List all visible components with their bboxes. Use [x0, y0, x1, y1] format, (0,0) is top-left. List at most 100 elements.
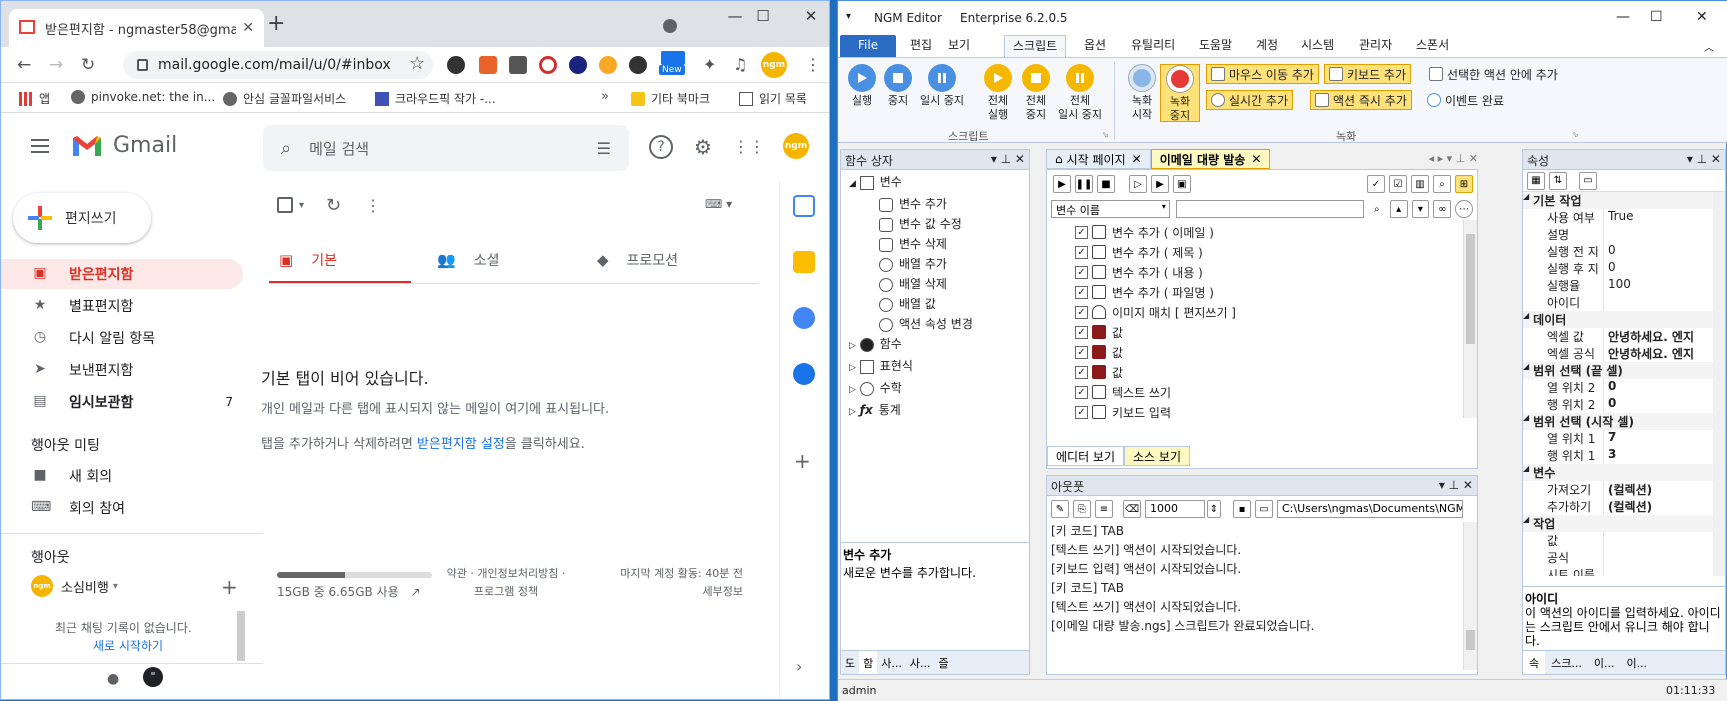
output-limit-input[interactable]: 1000 [1145, 500, 1205, 518]
property-value[interactable] [1603, 532, 1725, 549]
support-icon[interactable]: ? [649, 135, 673, 159]
property-row[interactable]: 공식 [1523, 549, 1725, 566]
bookmark-apps[interactable]: 앱 [19, 90, 50, 107]
script-row[interactable]: ✓ 이미지 매치 [ 편지쓰기 ] [1047, 302, 1477, 322]
property-category[interactable]: ◢ 범위 선택 (끝 셀) [1523, 362, 1725, 379]
add-action-now-button[interactable]: 액션 즉시 추가 [1310, 90, 1412, 110]
search-icon[interactable]: ⌕ [281, 138, 291, 159]
check-icon[interactable]: ☑ [1389, 175, 1407, 193]
back-icon[interactable]: ← [17, 55, 31, 75]
property-row[interactable]: 실행율 100 [1523, 277, 1725, 294]
row-checkbox[interactable]: ✓ [1075, 365, 1088, 379]
bookmark-pinvoke[interactable]: pinvoke.net: the in... [71, 90, 215, 104]
bottom-tab-sa2[interactable]: 사... [906, 651, 935, 674]
check-all-icon[interactable]: ✓ [1367, 175, 1385, 193]
calendar-icon[interactable] [793, 195, 815, 217]
row-checkbox[interactable]: ✓ [1075, 345, 1088, 359]
gmail-logo[interactable]: Gmail [71, 133, 177, 158]
more-bookmarks-icon[interactable]: » [601, 89, 609, 104]
stop-icon[interactable]: ■ [1097, 175, 1115, 193]
tree-item-delete-variable[interactable]: 변수 삭제 [849, 234, 1029, 254]
script-row[interactable]: ✓ 값 [1047, 362, 1477, 382]
property-row[interactable]: 행 위치 2 0 [1523, 396, 1725, 413]
ribbon-collapse-icon[interactable]: ︿ [1704, 39, 1714, 54]
chat-start-link[interactable]: 새로 시작하기 [93, 637, 163, 654]
list-icon[interactable]: ≡ [1095, 500, 1113, 518]
bookmark-reading-list[interactable]: 읽기 목록 [739, 90, 807, 107]
expand-panel-icon[interactable]: › [796, 657, 802, 676]
property-row[interactable]: 아이디 [1523, 294, 1725, 311]
bookmark-star-icon[interactable]: ☆ [409, 53, 425, 74]
tab-social[interactable]: 👥 소셜 [437, 237, 499, 283]
title-menu-icon[interactable]: ▾ [846, 11, 851, 22]
tree-item-change-action-property[interactable]: 액션 속성 변경 [849, 314, 1029, 334]
script-row[interactable]: ✓ 값 [1047, 322, 1477, 342]
more-actions-icon[interactable]: ⋮ [365, 196, 381, 215]
tree-node-stats[interactable]: ▷ ƒx 통계 [849, 400, 1029, 422]
extension-3-icon[interactable] [509, 56, 527, 74]
bottom-tab-func[interactable]: 함 [859, 651, 878, 674]
keep-icon[interactable] [793, 251, 815, 273]
sidebar-scrollbar[interactable] [237, 611, 245, 661]
script-row[interactable]: ✓ 변수 추가 ( 내용 ) [1047, 262, 1477, 282]
property-row[interactable]: 추가하기 (컬렉션) [1523, 498, 1725, 515]
clear-brush-icon[interactable]: ✎ [1051, 500, 1069, 518]
mail-search-box[interactable]: ⌕ 메일 검색 ☰ [263, 125, 629, 171]
close-window-icon[interactable]: ✕ [791, 7, 829, 25]
spinner-icon[interactable]: ⇕ [1207, 500, 1221, 518]
find-icon[interactable]: ⌕ [1433, 175, 1451, 193]
up-icon[interactable]: ▴ [1389, 200, 1408, 218]
property-value[interactable] [1603, 566, 1725, 576]
property-value[interactable]: 안녕하세요. 엔지 [1603, 345, 1725, 362]
row-checkbox[interactable]: ✓ [1075, 265, 1088, 279]
tab-bulk-email[interactable]: 이메일 대량 발송 ✕ [1150, 149, 1271, 169]
log-scrollbar[interactable] [1463, 522, 1477, 670]
property-value[interactable] [1603, 226, 1725, 243]
property-row[interactable]: 실행 후 지 0 [1523, 260, 1725, 277]
tree-item-add-variable[interactable]: 변수 추가 [849, 194, 1029, 214]
panel-controls-icon[interactable]: ▾ ⊥ ✕ [1687, 152, 1721, 166]
row-checkbox[interactable]: ✓ [1075, 305, 1088, 319]
property-value[interactable] [1603, 549, 1725, 566]
script-row[interactable]: ✓ 변수 추가 ( 제목 ) [1047, 242, 1477, 262]
save-icon[interactable]: ▪ [1233, 500, 1251, 518]
close-tab-icon[interactable]: ✕ [1251, 152, 1261, 166]
property-category[interactable]: ◢ 데이터 [1523, 311, 1725, 328]
property-row[interactable]: 엑셀 값 안녕하세요. 엔지 [1523, 328, 1725, 345]
bottom-tab-do[interactable]: 도 [841, 651, 859, 674]
search-options-icon[interactable]: ☰ [597, 139, 611, 158]
tab-search-icon[interactable] [663, 19, 677, 33]
add-keyboard-button[interactable]: 키보드 추가 [1324, 64, 1412, 84]
google-apps-icon[interactable]: ⋮⋮ [733, 135, 765, 159]
extension-5-icon[interactable] [569, 56, 587, 74]
property-value[interactable]: 3 [1603, 447, 1725, 464]
record-stop-button[interactable]: 녹화 중지 [1160, 64, 1200, 122]
bottom-tab-api[interactable]: 이... [1620, 651, 1653, 674]
footer-terms[interactable]: 약관 · 개인정보처리방침 · [441, 565, 571, 583]
select-dropdown-icon[interactable]: ▾ [299, 200, 304, 211]
property-category[interactable]: ◢ 기본 작업 [1523, 192, 1725, 209]
bottom-tab-image[interactable]: 이... [1588, 651, 1621, 674]
delete-icon[interactable]: ▥ [1411, 175, 1429, 193]
maximize-icon[interactable]: ☐ [1650, 9, 1663, 25]
select-all-checkbox[interactable] [277, 197, 293, 213]
property-scrollbar[interactable] [1713, 192, 1725, 576]
add-inside-selected-button[interactable]: 선택한 액션 안에 추가 [1424, 64, 1563, 84]
expand-icon[interactable]: ▷ [849, 407, 856, 417]
tree-view-icon[interactable]: ⊞ [1455, 175, 1473, 193]
run-icon[interactable]: ▶ [1053, 175, 1071, 193]
menu-options[interactable]: 옵션 [1076, 35, 1114, 57]
panel-controls-icon[interactable]: ▾ ⊥ ✕ [991, 152, 1025, 166]
maximize-icon[interactable]: ☐ [743, 7, 783, 25]
script-row[interactable]: ✓ 텍스트 쓰기 [1047, 382, 1477, 402]
contacts-person-icon[interactable]: ● [107, 671, 119, 687]
property-value[interactable]: True [1603, 209, 1725, 226]
close-tab-icon[interactable]: ✕ [1132, 152, 1142, 166]
row-checkbox[interactable]: ✓ [1075, 385, 1088, 399]
new-tab-icon[interactable]: + [267, 11, 285, 36]
contacts-icon[interactable] [793, 363, 815, 385]
tree-item-edit-variable[interactable]: 변수 값 수정 [849, 214, 1029, 234]
pause-all-button[interactable]: 전체 일시 중지 [1050, 64, 1110, 122]
inbox-settings-link[interactable]: 받은편지함 설정 [417, 437, 505, 452]
eraser-icon[interactable]: ⌫ [1123, 500, 1141, 518]
